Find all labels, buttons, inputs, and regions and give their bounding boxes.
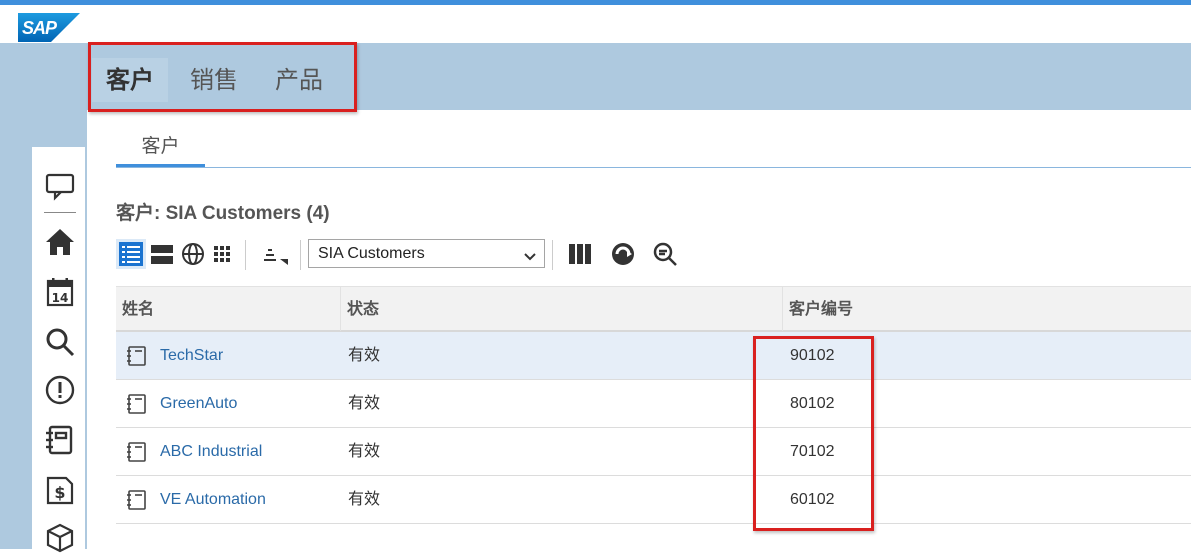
invoice-icon[interactable]: $: [44, 474, 76, 506]
view-select[interactable]: SIA Customers: [308, 239, 545, 268]
customer-name-link[interactable]: VE Automation: [160, 476, 266, 524]
calendar-icon[interactable]: 14: [44, 276, 76, 308]
sap-logo-text: SAP: [22, 18, 57, 38]
nav-tabs-highlight-box: [88, 42, 357, 112]
table-row[interactable]: TechStar 有效 90102: [116, 332, 1191, 380]
svg-text:$: $: [54, 483, 65, 502]
customer-record-icon: [126, 393, 148, 415]
table-row[interactable]: ABC Industrial 有效 70102: [116, 428, 1191, 476]
globe-view-icon[interactable]: [178, 239, 208, 269]
sap-logo[interactable]: SAP: [18, 13, 80, 42]
toolbar-separator: [300, 240, 301, 270]
customer-name-link[interactable]: ABC Industrial: [160, 428, 262, 476]
customer-status: 有效: [348, 491, 381, 508]
customers-table: 姓名 状态 客户编号 TechStar 有效 90102 GreenAuto 有…: [116, 286, 1191, 524]
refresh-icon[interactable]: [608, 239, 638, 269]
customer-record-icon: [126, 345, 148, 367]
customer-status: 有效: [348, 347, 381, 364]
list-toolbar: SIA Customers: [116, 236, 696, 272]
customer-status: 有效: [348, 443, 381, 460]
grid-view-icon[interactable]: [208, 239, 238, 269]
subtab-customers[interactable]: 客户: [116, 130, 205, 166]
column-header-number[interactable]: 客户编号: [783, 287, 1191, 331]
toolbar-separator: [245, 240, 246, 270]
subtab-divider: [116, 167, 1191, 168]
view-select-value: SIA Customers: [318, 245, 425, 262]
top-accent-line: [0, 0, 1191, 5]
notebook-icon[interactable]: [44, 424, 76, 456]
side-nav-divider: [44, 212, 76, 213]
list-view-icon[interactable]: [116, 239, 146, 269]
column-header-status[interactable]: 状态: [341, 287, 783, 331]
columns-icon[interactable]: [566, 239, 596, 269]
toolbar-separator: [552, 240, 553, 270]
zoom-icon[interactable]: [650, 239, 680, 269]
customer-name-link[interactable]: GreenAuto: [160, 380, 237, 428]
product-icon[interactable]: [44, 522, 76, 554]
chevron-down-icon: [524, 249, 536, 267]
alert-icon[interactable]: [44, 374, 76, 406]
customer-record-icon: [126, 489, 148, 511]
customer-status: 有效: [348, 395, 381, 412]
customer-record-icon: [126, 441, 148, 463]
customer-number-highlight-box: [753, 336, 874, 531]
feed-icon[interactable]: [44, 170, 76, 202]
sort-icon[interactable]: [260, 239, 290, 269]
calendar-day: 14: [52, 291, 69, 305]
column-header-name[interactable]: 姓名: [116, 287, 341, 331]
search-icon[interactable]: [44, 326, 76, 358]
table-row[interactable]: GreenAuto 有效 80102: [116, 380, 1191, 428]
list-title: 客户: SIA Customers (4): [116, 203, 330, 224]
customer-name-link[interactable]: TechStar: [160, 332, 223, 380]
home-icon[interactable]: [44, 226, 76, 258]
table-header: 姓名 状态 客户编号: [116, 286, 1191, 332]
table-row[interactable]: VE Automation 有效 60102: [116, 476, 1191, 524]
table-view-icon[interactable]: [148, 239, 178, 269]
